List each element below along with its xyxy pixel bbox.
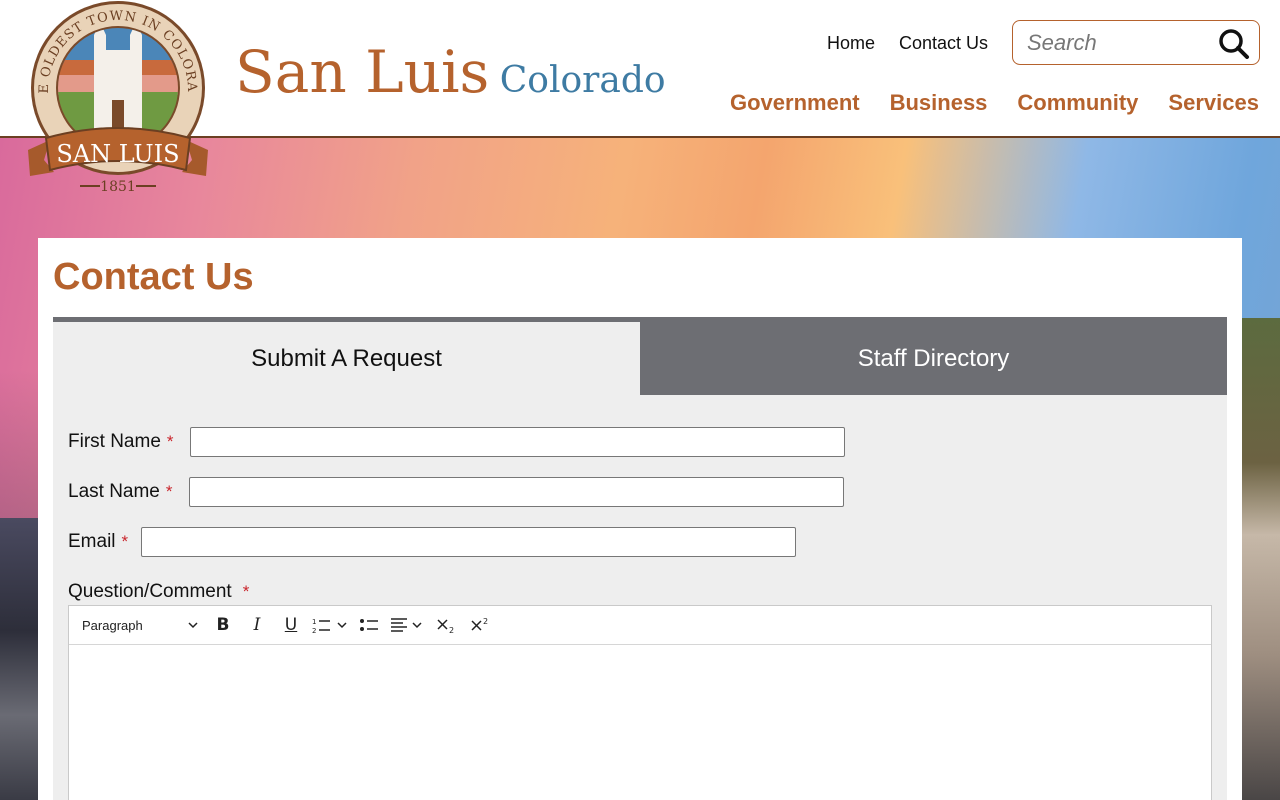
search-input[interactable] [1027, 29, 1207, 57]
email-field[interactable] [141, 527, 796, 557]
required-marker: * [165, 482, 173, 501]
svg-text:2: 2 [312, 627, 316, 634]
nav-government[interactable]: Government [730, 90, 860, 116]
page-title: Contact Us [53, 256, 254, 298]
site-state: Colorado [499, 60, 666, 101]
nav-business[interactable]: Business [890, 90, 988, 116]
last-name-row: Last Name * [68, 477, 173, 507]
site-brand[interactable]: San Luis Colorado [235, 38, 666, 106]
superscript-icon: 2 [471, 617, 488, 631]
contact-us-link[interactable]: Contact Us [899, 33, 988, 54]
required-marker: * [121, 532, 129, 551]
bold-button[interactable]: B [206, 611, 240, 639]
editor-content-area[interactable] [69, 645, 1211, 800]
nav-community[interactable]: Community [1017, 90, 1138, 116]
tab-submit-request[interactable]: Submit A Request [53, 322, 640, 395]
main-nav: Government Business Community Services [730, 90, 1259, 116]
town-seal-logo[interactable]: THE OLDEST TOWN IN COLORADO SAN LUIS 185… [18, 0, 212, 198]
underline-icon: U [284, 615, 298, 635]
hero-left-scene [0, 518, 38, 800]
underline-button[interactable]: U [274, 611, 308, 639]
tab-staff-directory[interactable]: Staff Directory [640, 322, 1227, 395]
chevron-down-icon [188, 622, 198, 629]
utility-nav: Home Contact Us [827, 33, 988, 54]
italic-icon: I [253, 615, 261, 635]
italic-button[interactable]: I [240, 611, 274, 639]
align-left-icon [391, 618, 422, 632]
svg-text:1: 1 [312, 618, 316, 626]
hero-right-scene [1242, 318, 1280, 800]
editor-toolbar: Paragraph B I U 1 2 2 2 [69, 606, 1211, 645]
svg-text:2: 2 [449, 626, 454, 634]
home-link[interactable]: Home [827, 33, 875, 54]
bold-icon: B [216, 615, 230, 635]
seal-banner-text: SAN LUIS [56, 140, 179, 168]
site-name: San Luis [235, 38, 490, 106]
last-name-field[interactable] [189, 477, 844, 507]
required-marker: * [166, 432, 174, 451]
seal-year: 1851 [100, 179, 136, 195]
first-name-field[interactable] [190, 427, 845, 457]
comment-row: Question/Comment * [68, 577, 249, 607]
rich-text-editor: Paragraph B I U 1 2 2 2 [68, 605, 1212, 800]
comment-label: Question/Comment [68, 581, 232, 602]
block-format-value: Paragraph [82, 617, 143, 633]
search-box [1012, 20, 1260, 65]
subscript-button[interactable]: 2 [430, 611, 464, 639]
numbered-list-button[interactable]: 1 2 [308, 611, 352, 639]
email-label: Email [68, 531, 116, 552]
numbered-list-icon: 1 2 [312, 618, 347, 634]
content-card: Contact Us Submit A Request Staff Direct… [38, 238, 1242, 800]
align-button[interactable] [386, 611, 430, 639]
svg-text:2: 2 [483, 617, 488, 626]
first-name-label: First Name [68, 431, 161, 452]
bullet-list-button[interactable] [352, 611, 386, 639]
required-marker: * [242, 582, 250, 601]
block-format-select[interactable]: Paragraph [82, 618, 206, 633]
subscript-icon: 2 [437, 619, 454, 634]
search-icon [1219, 29, 1249, 59]
contact-tabs: Submit A Request Staff Directory First N… [53, 317, 1227, 800]
first-name-row: First Name * [68, 427, 174, 457]
superscript-button[interactable]: 2 [464, 611, 498, 639]
search-button[interactable] [1217, 27, 1251, 59]
nav-services[interactable]: Services [1168, 90, 1259, 116]
bullet-list-icon [360, 619, 378, 631]
town-seal-icon: THE OLDEST TOWN IN COLORADO SAN LUIS 185… [18, 0, 208, 195]
last-name-label: Last Name [68, 481, 160, 502]
email-row: Email * [68, 527, 128, 557]
